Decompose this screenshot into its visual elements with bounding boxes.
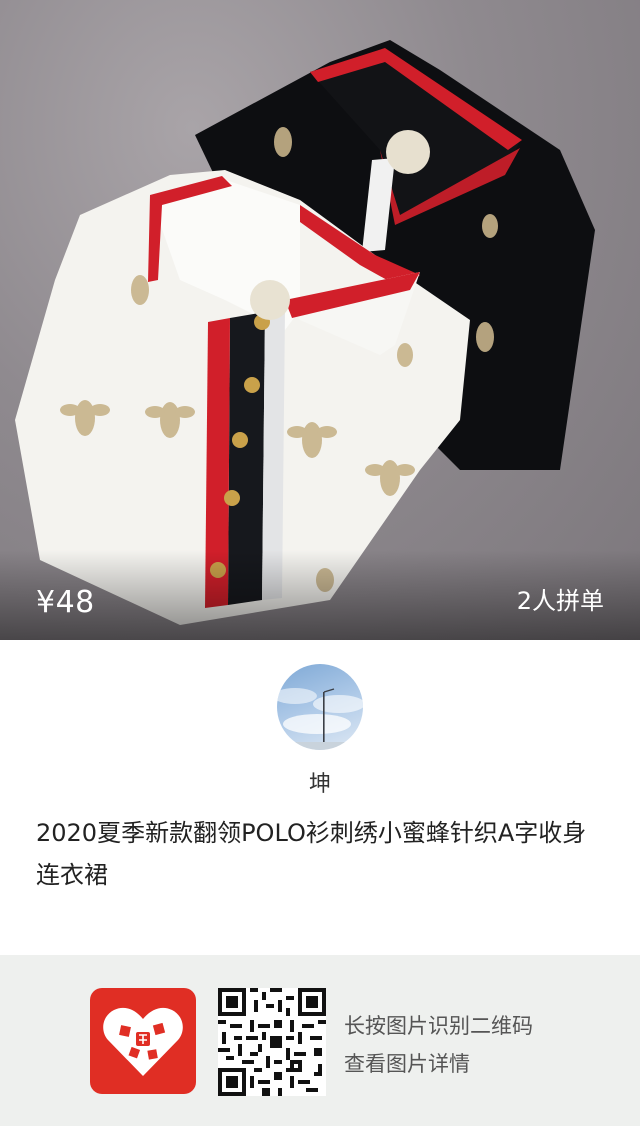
group-buy-label: 2人拼单 bbox=[516, 587, 604, 615]
qr-hint-line1: 长按图片识别二维码 bbox=[344, 1014, 533, 1038]
share-footer: 长按图片识别二维码 查看图片详情 bbox=[0, 955, 640, 1126]
qr-hint-line2: 查看图片详情 bbox=[344, 1052, 470, 1076]
qr-code[interactable] bbox=[218, 988, 326, 1096]
product-image[interactable]: ¥48 2人拼单 bbox=[0, 0, 640, 640]
avatar-photo bbox=[277, 688, 363, 750]
product-photo bbox=[15, 40, 595, 625]
price-label: ¥48 bbox=[36, 585, 95, 620]
product-title: 2020夏季新款翻领POLO衫刺绣小蜜蜂针织A字收身连衣裙 bbox=[36, 819, 587, 889]
seller-name: 坤 bbox=[308, 772, 331, 797]
seller-avatar[interactable] bbox=[277, 664, 363, 750]
pinduoduo-logo-icon bbox=[90, 988, 196, 1094]
